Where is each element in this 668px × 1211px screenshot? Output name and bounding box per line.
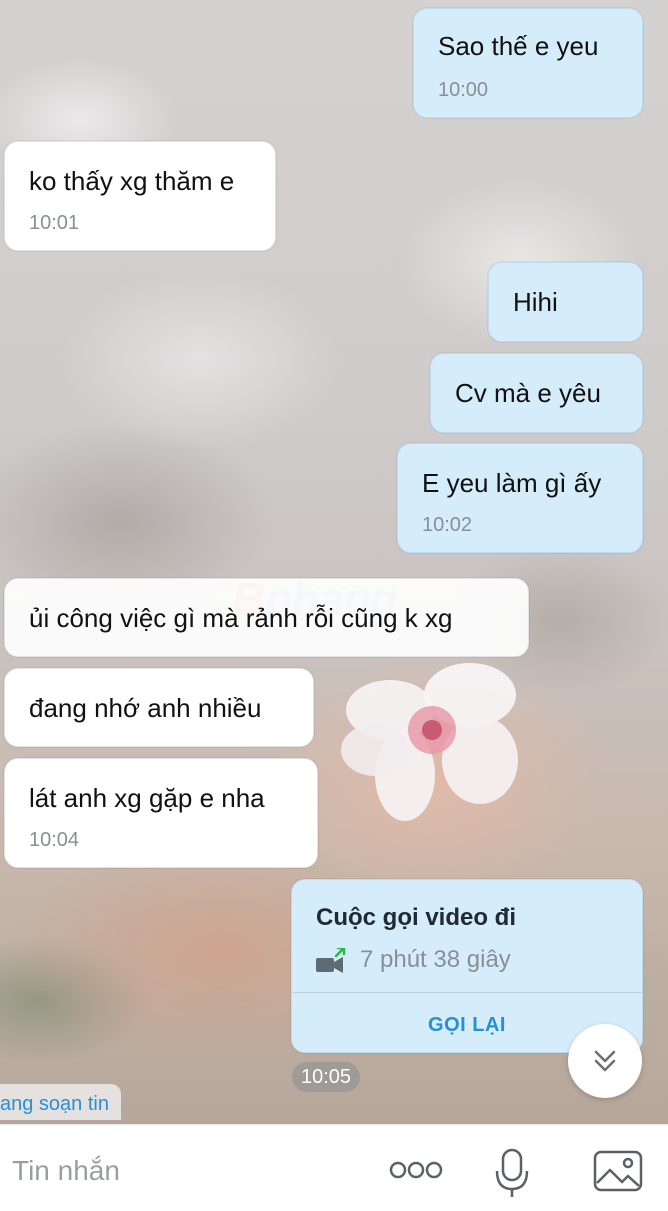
message-text: ko thấy xg thăm e — [29, 166, 235, 196]
divider — [292, 992, 642, 993]
message-bubble-outgoing[interactable]: Hihi — [488, 262, 643, 342]
message-text: đang nhớ anh nhiều — [29, 693, 262, 723]
message-bubble-outgoing[interactable]: Cv mà e yêu — [430, 353, 643, 433]
message-text: ủi công việc gì mà rảnh rỗi cũng k xg — [29, 603, 453, 633]
message-bubble-outgoing[interactable]: Sao thế e yeu 10:00 — [413, 8, 643, 118]
scroll-to-bottom-button[interactable] — [568, 1024, 642, 1098]
message-text: E yeu làm gì ấy — [422, 468, 602, 498]
message-text: Hihi — [513, 287, 558, 317]
message-text: Cv mà e yêu — [455, 378, 601, 408]
message-time: 10:02 — [422, 514, 473, 536]
typing-indicator: ang soạn tin — [0, 1084, 121, 1120]
message-input[interactable]: Tin nhắn — [12, 1155, 120, 1187]
message-bubble-incoming[interactable]: ko thấy xg thăm e 10:01 — [4, 141, 276, 251]
message-bubble-incoming[interactable]: lát anh xg gặp e nha 10:04 — [4, 758, 318, 868]
message-composer: Tin nhắn — [0, 1124, 668, 1211]
call-duration: 7 phút 38 giây — [360, 946, 511, 973]
outgoing-video-call-icon — [316, 948, 346, 973]
message-text: Sao thế e yeu — [438, 31, 599, 61]
more-icon[interactable] — [388, 1155, 444, 1185]
message-time: 10:00 — [438, 79, 489, 101]
message-bubble-incoming[interactable]: đang nhớ anh nhiều — [4, 668, 314, 747]
double-chevron-down-icon — [594, 1050, 616, 1072]
message-text: lát anh xg gặp e nha — [29, 783, 265, 813]
microphone-icon[interactable] — [494, 1147, 530, 1199]
message-bubble-incoming[interactable]: ủi công việc gì mà rảnh rỗi cũng k xg — [4, 578, 529, 657]
message-time: 10:01 — [29, 212, 80, 234]
message-bubble-outgoing[interactable]: E yeu làm gì ấy 10:02 — [397, 443, 643, 553]
time-separator: 10:05 — [292, 1062, 360, 1092]
flower-image — [341, 663, 518, 821]
message-time: 10:04 — [29, 829, 80, 851]
image-icon[interactable] — [592, 1149, 644, 1193]
call-title: Cuộc gọi video đi — [316, 904, 517, 931]
